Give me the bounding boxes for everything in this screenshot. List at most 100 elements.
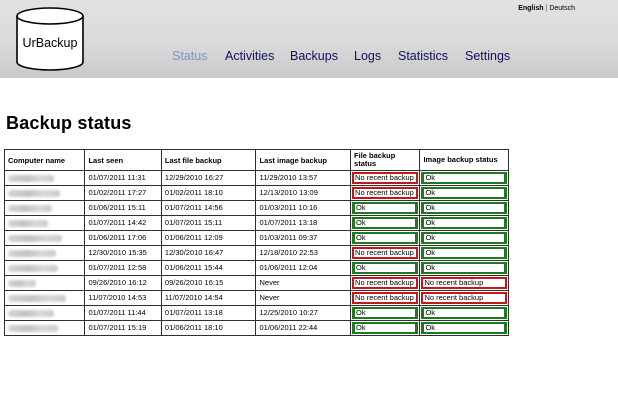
image-backup-status-badge: Ok [421,217,507,229]
column-header-last-seen: Last seen [84,149,162,171]
last-image-backup-cell: 01/06/2011 22:44 [255,320,352,336]
image-backup-status-cell: Ok [419,170,509,186]
backup-status-table: Computer name Last seen Last file backup… [3,149,509,336]
computer-name-cell [3,320,86,336]
table-row: 09/26/2010 16:12 09/26/2010 16:15 Never No … [3,275,509,291]
logo-text: UrBackup [23,36,78,50]
last-file-backup-cell: 12/29/2010 16:27 [160,170,257,186]
redacted-computer-name [8,249,56,257]
nav-settings[interactable]: Settings [465,49,510,63]
computer-name-cell [3,290,86,306]
nav-statistics[interactable]: Statistics [398,49,448,63]
computer-name-cell [3,275,86,291]
redacted-computer-name [8,189,60,197]
last-file-backup-cell: 01/07/2011 15:11 [160,215,257,231]
file-backup-status-cell: Ok [350,305,421,321]
table-row: 01/07/2011 11:44 01/07/2011 13:18 12/25/20… [3,305,509,321]
last-seen-cell: 09/26/2010 16:12 [84,275,162,291]
redacted-computer-name [8,234,62,242]
image-backup-status-badge: Ok [421,322,507,334]
last-image-backup-cell: 12/25/2010 10:27 [255,305,352,321]
computer-name-cell [3,305,86,321]
nav-activities[interactable]: Activities [225,49,274,63]
table-row: 01/06/2011 15:11 01/07/2011 14:56 01/03/20… [3,200,509,216]
last-image-backup-cell: 11/29/2010 13:57 [255,170,352,186]
file-backup-status-badge: Ok [352,322,419,334]
computer-name-cell [3,185,86,201]
redacted-computer-name [8,309,54,317]
last-file-backup-cell: 09/26/2010 16:15 [160,275,257,291]
language-deutsch-link[interactable]: Deutsch [549,5,575,12]
table-row: 01/07/2011 12:58 01/06/2011 15:44 01/06/20… [3,260,509,276]
last-file-backup-cell: 01/06/2011 12:09 [160,230,257,246]
table-header-row: Computer name Last seen Last file backup… [3,149,509,171]
last-seen-cell: 01/07/2011 14:42 [84,215,162,231]
file-backup-status-cell: Ok [350,320,421,336]
last-file-backup-cell: 01/07/2011 13:18 [160,305,257,321]
redacted-computer-name [8,174,54,182]
last-image-backup-cell: Never [255,290,352,306]
file-backup-status-badge: Ok [352,202,419,214]
last-seen-cell: 01/07/2011 11:31 [84,170,162,186]
file-backup-status-badge: No recent backup [352,187,419,199]
redacted-computer-name [8,204,52,212]
image-backup-status-badge: Ok [421,172,507,184]
table-row: 01/07/2011 11:31 12/29/2010 16:27 11/29/20… [3,170,509,186]
table-row: 11/07/2010 14:53 11/07/2010 14:54 Never No … [3,290,509,306]
image-backup-status-cell: Ok [419,245,509,261]
file-backup-status-cell: Ok [350,230,421,246]
image-backup-status-cell: Ok [419,215,509,231]
nav-backups[interactable]: Backups [290,49,338,63]
file-backup-status-badge: No recent backup [352,292,419,304]
last-seen-cell: 11/07/2010 14:53 [84,290,162,306]
last-seen-cell: 12/30/2010 15:35 [84,245,162,261]
image-backup-status-cell: No recent backup [419,275,509,291]
image-backup-status-cell: Ok [419,230,509,246]
page-title: Backup status [6,113,132,133]
table-row: 01/06/2011 17:06 01/06/2011 12:09 01/03/20… [3,230,509,246]
last-image-backup-cell: 01/07/2011 13:18 [255,215,352,231]
file-backup-status-cell: No recent backup [350,185,421,201]
last-seen-cell: 01/07/2011 15:19 [84,320,162,336]
image-backup-status-cell: Ok [419,320,509,336]
last-file-backup-cell: 11/07/2010 14:54 [160,290,257,306]
computer-name-cell [3,230,86,246]
last-image-backup-cell: 12/13/2010 13:09 [255,185,352,201]
redacted-computer-name [8,324,58,332]
file-backup-status-cell: Ok [350,260,421,276]
image-backup-status-cell: Ok [419,185,509,201]
language-english-link[interactable]: English [518,5,543,12]
image-backup-status-cell: Ok [419,200,509,216]
file-backup-status-cell: No recent backup [350,170,421,186]
file-backup-status-badge: No recent backup [352,172,419,184]
urbackup-logo[interactable]: UrBackup [14,6,86,72]
column-header-file-backup-status: File backup status [350,149,421,171]
file-backup-status-cell: No recent backup [350,275,421,291]
computer-name-cell [3,170,86,186]
computer-name-cell [3,215,86,231]
nav-logs[interactable]: Logs [354,49,381,63]
last-seen-cell: 01/06/2011 15:11 [84,200,162,216]
file-backup-status-badge: Ok [352,307,419,319]
last-file-backup-cell: 01/02/2011 18:10 [160,185,257,201]
image-backup-status-badge: Ok [421,202,507,214]
last-seen-cell: 01/02/2011 17:27 [84,185,162,201]
column-header-image-backup-status: Image backup status [419,149,509,171]
image-backup-status-cell: Ok [419,305,509,321]
last-image-backup-cell: 12/18/2010 22:53 [255,245,352,261]
redacted-computer-name [8,294,66,302]
image-backup-status-badge: No recent backup [421,277,507,289]
table-row: 12/30/2010 15:35 12/30/2010 16:47 12/18/20… [3,245,509,261]
image-backup-status-badge: Ok [421,232,507,244]
image-backup-status-badge: Ok [421,187,507,199]
file-backup-status-badge: Ok [352,232,419,244]
nav-status[interactable]: Status [172,49,207,63]
file-backup-status-badge: No recent backup [352,247,419,259]
language-switcher: English | Deutsch [518,5,575,12]
column-header-last-file-backup: Last file backup [160,149,257,171]
redacted-computer-name [8,279,36,287]
image-backup-status-badge: Ok [421,262,507,274]
file-backup-status-cell: Ok [350,215,421,231]
redacted-computer-name [8,264,58,272]
computer-name-cell [3,245,86,261]
